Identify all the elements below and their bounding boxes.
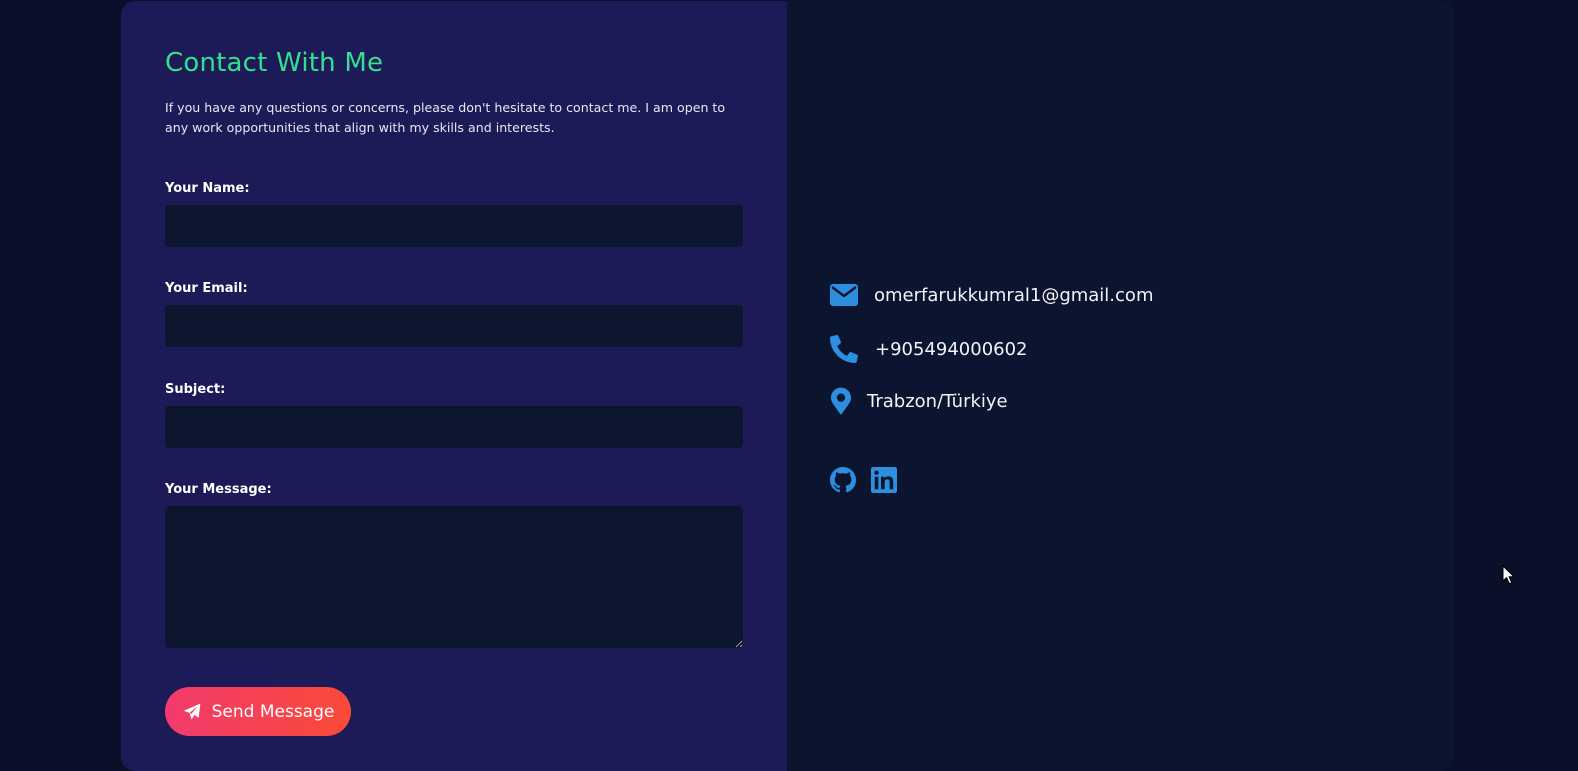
linkedin-icon[interactable] <box>871 467 897 493</box>
name-input[interactable] <box>165 205 743 247</box>
paper-plane-icon <box>182 702 202 722</box>
message-field-group: Your Message: <box>165 482 743 648</box>
phone-icon <box>830 335 858 363</box>
message-textarea[interactable] <box>165 506 743 648</box>
email-label: Your Email: <box>165 281 248 296</box>
send-message-button[interactable]: Send Message <box>165 687 351 736</box>
message-label: Your Message: <box>165 482 272 497</box>
social-links <box>830 467 897 493</box>
subject-input[interactable] <box>165 406 743 448</box>
name-field-group: Your Name: <box>165 181 743 247</box>
contact-phone-text: +905494000602 <box>875 338 1028 360</box>
contact-form-panel: Contact With Me If you have any question… <box>121 1 787 771</box>
email-field-group: Your Email: <box>165 281 743 347</box>
send-button-label: Send Message <box>211 701 335 722</box>
github-icon[interactable] <box>830 467 856 493</box>
subject-label: Subject: <box>165 382 226 397</box>
contact-info-panel: omerfarukkumral1@gmail.com +905494000602… <box>787 1 1454 771</box>
contact-email-row: omerfarukkumral1@gmail.com <box>830 284 1153 306</box>
name-label: Your Name: <box>165 181 250 196</box>
page-title: Contact With Me <box>165 48 384 78</box>
mouse-cursor-icon <box>1502 564 1516 585</box>
contact-phone-row: +905494000602 <box>830 335 1028 363</box>
contact-location-row: Trabzon/Türkiye <box>830 387 1008 415</box>
contact-email-text: omerfarukkumral1@gmail.com <box>874 284 1154 306</box>
intro-text: If you have any questions or concerns, p… <box>165 100 726 135</box>
email-input[interactable] <box>165 305 743 347</box>
envelope-icon <box>830 284 858 306</box>
map-pin-icon <box>830 387 852 415</box>
subject-field-group: Subject: <box>165 382 743 448</box>
contact-location-text: Trabzon/Türkiye <box>867 390 1008 412</box>
contact-card: Contact With Me If you have any question… <box>121 1 1454 771</box>
